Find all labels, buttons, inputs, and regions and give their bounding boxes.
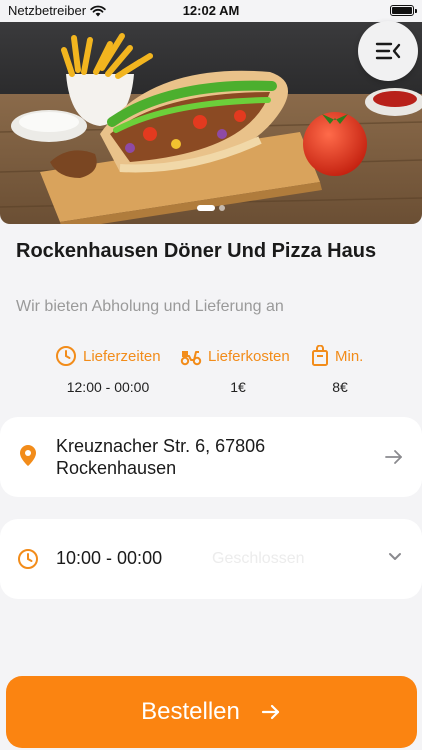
clock-icon	[56, 346, 76, 366]
delivery-time-value: 12:00 - 00:00	[66, 379, 150, 395]
minimum-value: 8€	[332, 379, 348, 395]
carousel-dot[interactable]	[219, 205, 225, 211]
scooter-icon	[180, 351, 202, 366]
order-button-label: Bestellen	[141, 698, 240, 725]
opening-hours-time: 10:00 - 00:00	[56, 548, 163, 568]
delivery-time-label: Lieferzeiten	[83, 347, 161, 365]
address-line-2: Rockenhausen	[56, 458, 177, 478]
carousel-dot-active[interactable]	[197, 205, 215, 211]
clock-icon	[18, 549, 38, 569]
arrow-right-icon	[261, 704, 279, 720]
opening-status: Geschlossen	[212, 550, 305, 567]
bag-icon	[312, 345, 328, 366]
minimum-order-info: Min. 8€	[311, 343, 369, 395]
delivery-cost-info: Lieferkosten 1€	[180, 343, 296, 395]
address-card[interactable]: Kreuznacher Str. 6, 67806 Rockenhausen	[0, 417, 422, 497]
order-button[interactable]: Bestellen	[6, 676, 417, 748]
address-line-1: Kreuznacher Str. 6, 67806	[56, 436, 266, 456]
location-pin-icon	[20, 445, 36, 466]
info-row: Lieferzeiten 12:00 - 00:00 Lieferkosten …	[0, 343, 422, 403]
opening-hours-card[interactable]: 10:00 - 00:00 Geschlossen	[0, 519, 422, 599]
carousel-indicator	[0, 205, 422, 211]
menu-button[interactable]	[358, 21, 418, 81]
chevron-down-icon	[389, 553, 401, 560]
delivery-cost-value: 1€	[230, 379, 246, 395]
arrow-right-icon	[385, 450, 402, 464]
status-bar: Netzbetreiber 12:02 AM	[0, 0, 422, 22]
delivery-time-info: Lieferzeiten 12:00 - 00:00	[55, 343, 161, 395]
minimum-label: Min.	[335, 347, 364, 365]
restaurant-tagline: Wir bieten Abholung und Lieferung an	[16, 298, 284, 315]
delivery-cost-label: Lieferkosten	[208, 347, 290, 365]
restaurant-name: Rockenhausen Döner Und Pizza Haus	[16, 240, 377, 262]
battery-icon	[390, 5, 417, 16]
address-text: Kreuznacher Str. 6, 67806 Rockenhausen	[56, 435, 265, 479]
menu-icon	[375, 42, 401, 60]
status-time: 12:02 AM	[182, 3, 240, 18]
